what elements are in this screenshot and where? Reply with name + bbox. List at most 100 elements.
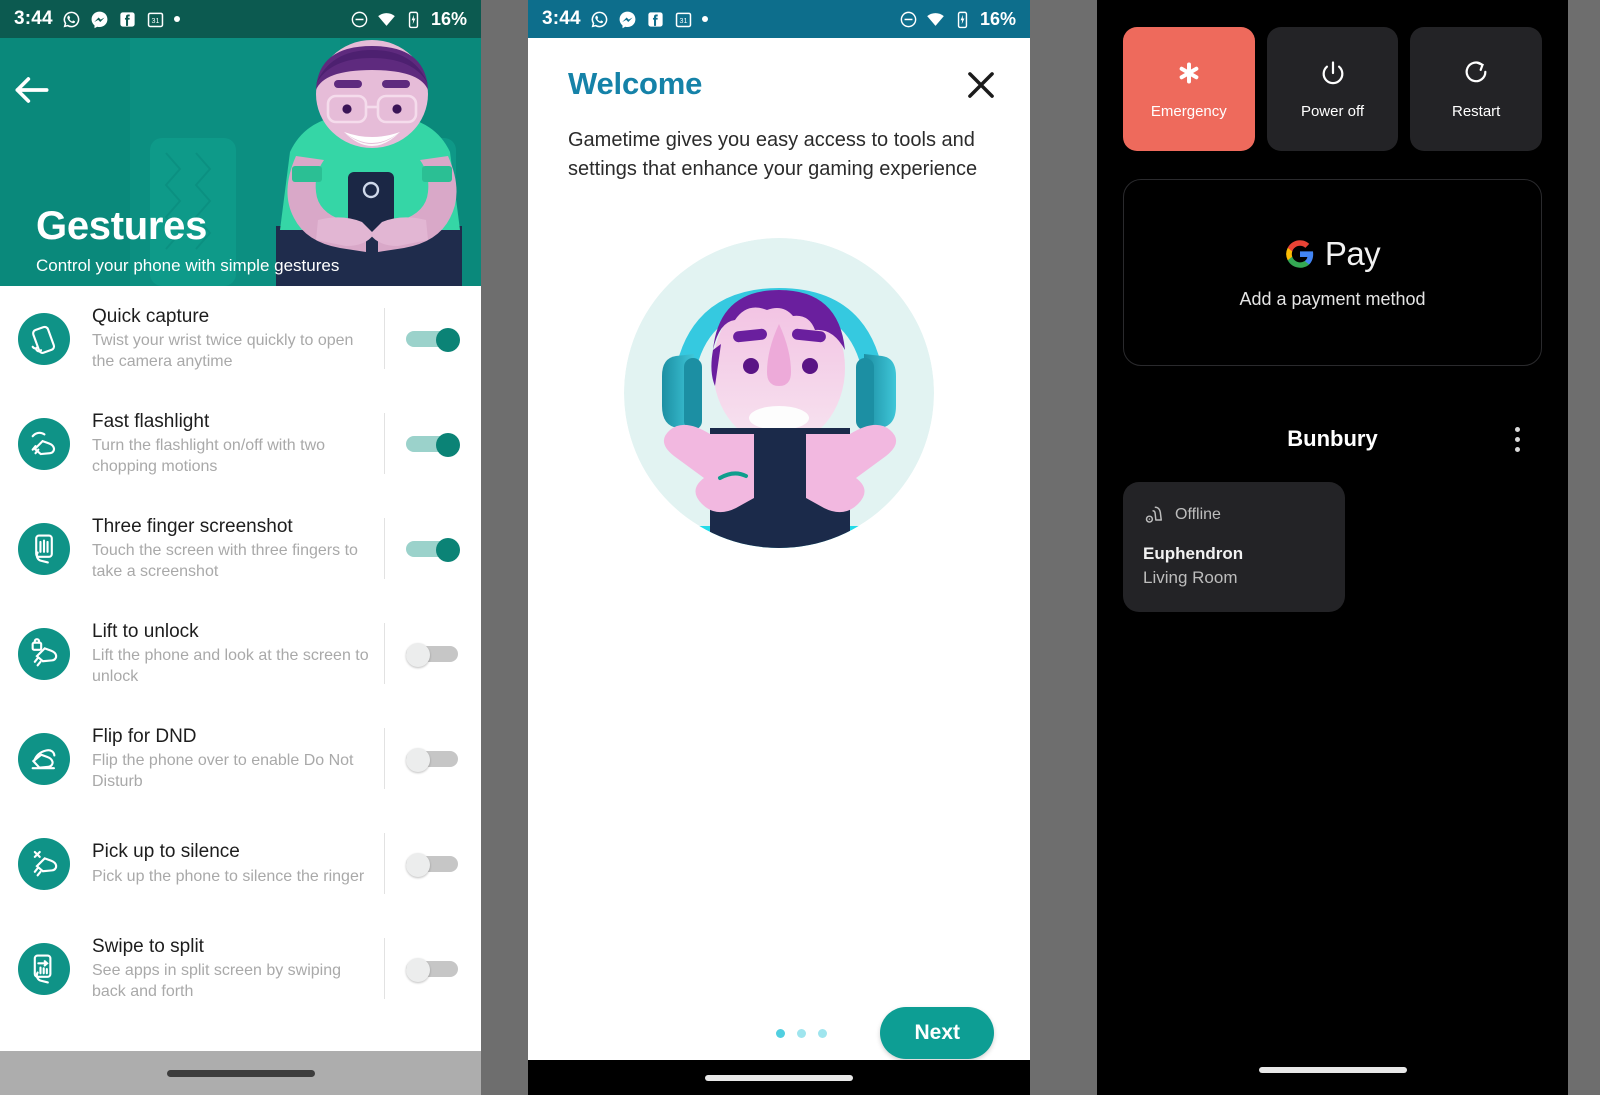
status-bar-right: 16% xyxy=(899,9,1016,30)
add-payment-method-label: Add a payment method xyxy=(1239,289,1426,309)
screenshot-stage: 3:44 31 16% Gestures Control your phone … xyxy=(0,0,1600,1095)
whatsapp-icon xyxy=(62,10,81,29)
emergency-asterisk-icon xyxy=(1179,62,1199,83)
list-item-text: Pick up to silence Pick up the phone to … xyxy=(70,840,384,887)
list-item-text: Swipe to split See apps in split screen … xyxy=(70,935,384,1003)
toggle-fast-flashlight[interactable] xyxy=(385,432,481,457)
svg-text:31: 31 xyxy=(151,17,159,25)
emergency-button[interactable]: Emergency xyxy=(1123,27,1255,151)
wifi-icon xyxy=(926,10,945,29)
list-item-title: Three finger screenshot xyxy=(92,515,293,537)
restart-button[interactable]: Restart xyxy=(1410,27,1543,151)
gestures-hero: Gestures Control your phone with simple … xyxy=(0,38,481,286)
dnd-icon xyxy=(899,10,918,29)
list-item-text: Lift to unlock Lift the phone and look a… xyxy=(70,620,384,688)
power-tiles: Emergency Power off Restart xyxy=(1123,0,1543,151)
list-item-desc: See apps in split screen by swiping back… xyxy=(92,962,342,1000)
list-item-desc: Pick up the phone to silence the ringer xyxy=(92,867,365,885)
list-item-text: Flip for DND Flip the phone over to enab… xyxy=(70,725,384,793)
toggle-quick-capture[interactable] xyxy=(385,327,481,352)
toggle-lift-to-unlock[interactable] xyxy=(385,642,481,667)
home-name: Bunbury xyxy=(1287,426,1378,451)
page-dot-3[interactable] xyxy=(818,1028,827,1038)
list-item[interactable]: Quick capture Twist your wrist twice qui… xyxy=(0,286,481,391)
svg-text:31: 31 xyxy=(679,17,687,25)
gamer-with-headset-illustration xyxy=(528,238,1030,548)
emergency-label: Emergency xyxy=(1150,102,1227,120)
battery-percent: 16% xyxy=(979,8,1016,29)
welcome-body-text: Gametime gives you easy access to tools … xyxy=(568,129,978,180)
messenger-icon xyxy=(618,10,637,29)
home-gesture-pill[interactable] xyxy=(166,1069,315,1077)
power-off-label: Power off xyxy=(1300,102,1365,120)
device-status-row: Offline xyxy=(1143,504,1325,526)
list-item[interactable]: Swipe to split See apps in split screen … xyxy=(0,916,481,1021)
list-item[interactable]: Three finger screenshot Touch the screen… xyxy=(0,496,481,601)
back-arrow-icon[interactable] xyxy=(10,68,54,112)
gametime-welcome-screen: 3:44 31 16% Welcome Gametime gives you e… xyxy=(528,0,1030,1095)
home-gesture-pill[interactable] xyxy=(1258,1067,1407,1073)
google-g-icon xyxy=(1286,240,1313,268)
facebook-icon xyxy=(646,10,665,29)
power-icon xyxy=(1322,60,1343,84)
three-finger-icon xyxy=(18,522,70,575)
whatsapp-icon xyxy=(590,10,609,29)
list-item-title: Fast flashlight xyxy=(92,410,210,432)
dnd-icon xyxy=(350,10,369,29)
gestures-list: Quick capture Twist your wrist twice qui… xyxy=(0,286,481,1021)
swipe-split-icon xyxy=(18,942,70,995)
google-pay-card[interactable]: Pay Add a payment method xyxy=(1123,179,1542,366)
toggle-three-finger-screenshot[interactable] xyxy=(385,537,481,562)
dot-icon xyxy=(701,16,708,22)
calendar-icon: 31 xyxy=(674,10,693,29)
page-dot-2[interactable] xyxy=(797,1028,806,1038)
close-icon[interactable] xyxy=(962,66,1000,104)
power-menu-screen: Emergency Power off Restart Pay Add a pa… xyxy=(1097,0,1568,1095)
navigation-bar[interactable] xyxy=(528,1060,1030,1095)
status-bar-clock: 3:44 xyxy=(542,8,581,29)
toggle-pick-up-to-silence[interactable] xyxy=(385,852,481,877)
restart-label: Restart xyxy=(1452,102,1501,120)
messenger-icon xyxy=(90,10,109,29)
google-pay-logo: Pay xyxy=(1285,235,1381,273)
toggle-flip-for-dnd[interactable] xyxy=(385,747,481,772)
twist-phone-icon xyxy=(18,312,70,365)
status-bar-left: 3:44 31 xyxy=(14,8,180,30)
home-gesture-pill[interactable] xyxy=(705,1074,853,1081)
kebab-menu-icon[interactable] xyxy=(1504,422,1530,456)
list-item[interactable]: Pick up to silence Pick up the phone to … xyxy=(0,811,481,916)
lift-lock-icon xyxy=(18,627,70,680)
gestures-settings-screen: 3:44 31 16% Gestures Control your phone … xyxy=(0,0,481,1095)
navigation-bar[interactable] xyxy=(0,1051,481,1095)
google-pay-wordmark: Pay xyxy=(1324,235,1381,272)
navigation-bar[interactable] xyxy=(1097,1045,1568,1095)
mute-hand-icon xyxy=(18,837,70,890)
list-item-title: Pick up to silence xyxy=(92,840,240,862)
power-off-button[interactable]: Power off xyxy=(1266,27,1399,151)
page-indicator-dots xyxy=(776,1028,827,1038)
list-item-text: Three finger screenshot Touch the screen… xyxy=(70,515,384,583)
hero-text-block: Gestures Control your phone with simple … xyxy=(36,204,339,276)
battery-charging-icon xyxy=(404,10,423,29)
battery-charging-icon xyxy=(953,10,972,29)
chop-hand-icon xyxy=(18,417,70,470)
list-item[interactable]: Fast flashlight Turn the flashlight on/o… xyxy=(0,391,481,496)
list-item[interactable]: Flip for DND Flip the phone over to enab… xyxy=(0,706,481,811)
status-bar-clock: 3:44 xyxy=(14,8,53,29)
device-room: Living Room xyxy=(1143,568,1238,587)
list-item-desc: Flip the phone over to enable Do Not Dis… xyxy=(92,752,354,790)
home-controls-header: Bunbury xyxy=(1123,426,1542,452)
page-subtitle: Control your phone with simple gestures xyxy=(36,256,340,275)
next-button[interactable]: Next xyxy=(880,1007,994,1059)
flip-phone-icon xyxy=(18,732,70,785)
list-item-title: Flip for DND xyxy=(92,725,197,747)
toggle-swipe-to-split[interactable] xyxy=(385,957,481,982)
list-item-text: Quick capture Twist your wrist twice qui… xyxy=(70,305,384,373)
page-dot-1[interactable] xyxy=(776,1028,785,1038)
list-item[interactable]: Lift to unlock Lift the phone and look a… xyxy=(0,601,481,706)
welcome-header: Welcome xyxy=(528,38,1030,104)
device-control-card[interactable]: Offline Euphendron Living Room xyxy=(1123,482,1345,612)
facebook-icon xyxy=(118,10,137,29)
list-item-desc: Touch the screen with three fingers to t… xyxy=(92,542,358,580)
status-bar: 3:44 31 16% xyxy=(0,0,481,38)
